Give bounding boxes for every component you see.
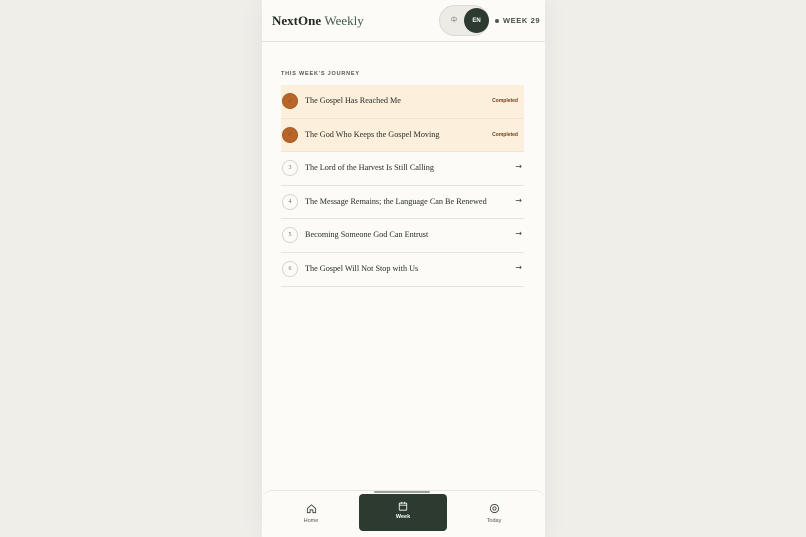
journey-item[interactable]: 3 The Lord of the Harvest Is Still Calli… [281,152,524,186]
step-number: 5 [282,227,298,244]
arrow-right-icon: → [515,229,522,239]
journey-item[interactable]: 6 The Gospel Will Not Stop with Us → [281,253,524,287]
week-dot-icon [495,18,499,23]
section-title: THIS WEEK'S JOURNEY [281,71,360,77]
journey-item-title: The Message Remains; the Language Can Be… [305,196,487,206]
app-screen: NextOne Weekly 中 EN WEEK 29 THIS WEEK'S … [262,0,545,537]
journey-item-title: Becoming Someone God Can Entrust [305,230,429,240]
nav-today-label: Today [486,518,502,524]
brand-logo[interactable]: NextOne Weekly [272,13,364,29]
journey-item[interactable]: 4 The Message Remains; the Language Can … [281,186,524,220]
week-label: WEEK 29 [503,16,541,25]
journey-item[interactable]: 5 Becoming Someone God Can Entrust → [281,219,524,253]
journey-item-title: The Gospel Will Not Stop with Us [305,263,419,273]
nav-home[interactable]: Home [286,503,336,524]
arrow-right-icon: → [515,262,522,272]
arrow-right-icon: → [515,162,522,172]
journey-item-title: The Lord of the Harvest Is Still Calling [305,163,434,173]
journey-item-title: The God Who Keeps the Gospel Moving [305,129,440,139]
step-number: 4 [282,193,298,210]
nav-week-label: Week [395,514,411,520]
header: NextOne Weekly 中 EN WEEK 29 [262,0,545,42]
language-option-zh[interactable]: 中 [447,15,461,24]
journey-item-title: The Gospel Has Reached Me [305,96,401,105]
status-badge: Completed [492,131,518,138]
step-number: 3 [282,160,298,177]
arrow-right-icon: → [515,195,522,205]
completed-check-icon: ✓ [282,93,298,109]
nav-week[interactable]: Week [359,494,447,531]
active-indicator [374,491,430,493]
journey-item[interactable]: ✓ The God Who Keeps the Gospel Moving Co… [281,118,524,153]
nav-today[interactable]: Today [469,503,519,524]
nav-home-label: Home [303,518,319,524]
step-number: 6 [282,260,298,277]
language-option-en[interactable]: EN [464,8,489,33]
status-badge: Completed [492,98,518,104]
home-icon [306,504,316,514]
completed-check-icon: ✓ [282,126,298,143]
calendar-icon [398,501,408,511]
target-icon [489,503,499,514]
journey-list: ✓ The Gospel Has Reached Me Completed ✓ … [281,85,524,287]
brand-primary: NextOne [272,13,322,28]
journey-item[interactable]: ✓ The Gospel Has Reached Me Completed [281,85,524,119]
brand-accent: Weekly [324,13,364,28]
bottom-nav: Home Week Today [262,490,545,537]
language-toggle[interactable]: 中 EN [439,5,489,36]
week-badge: WEEK 29 [495,16,540,25]
